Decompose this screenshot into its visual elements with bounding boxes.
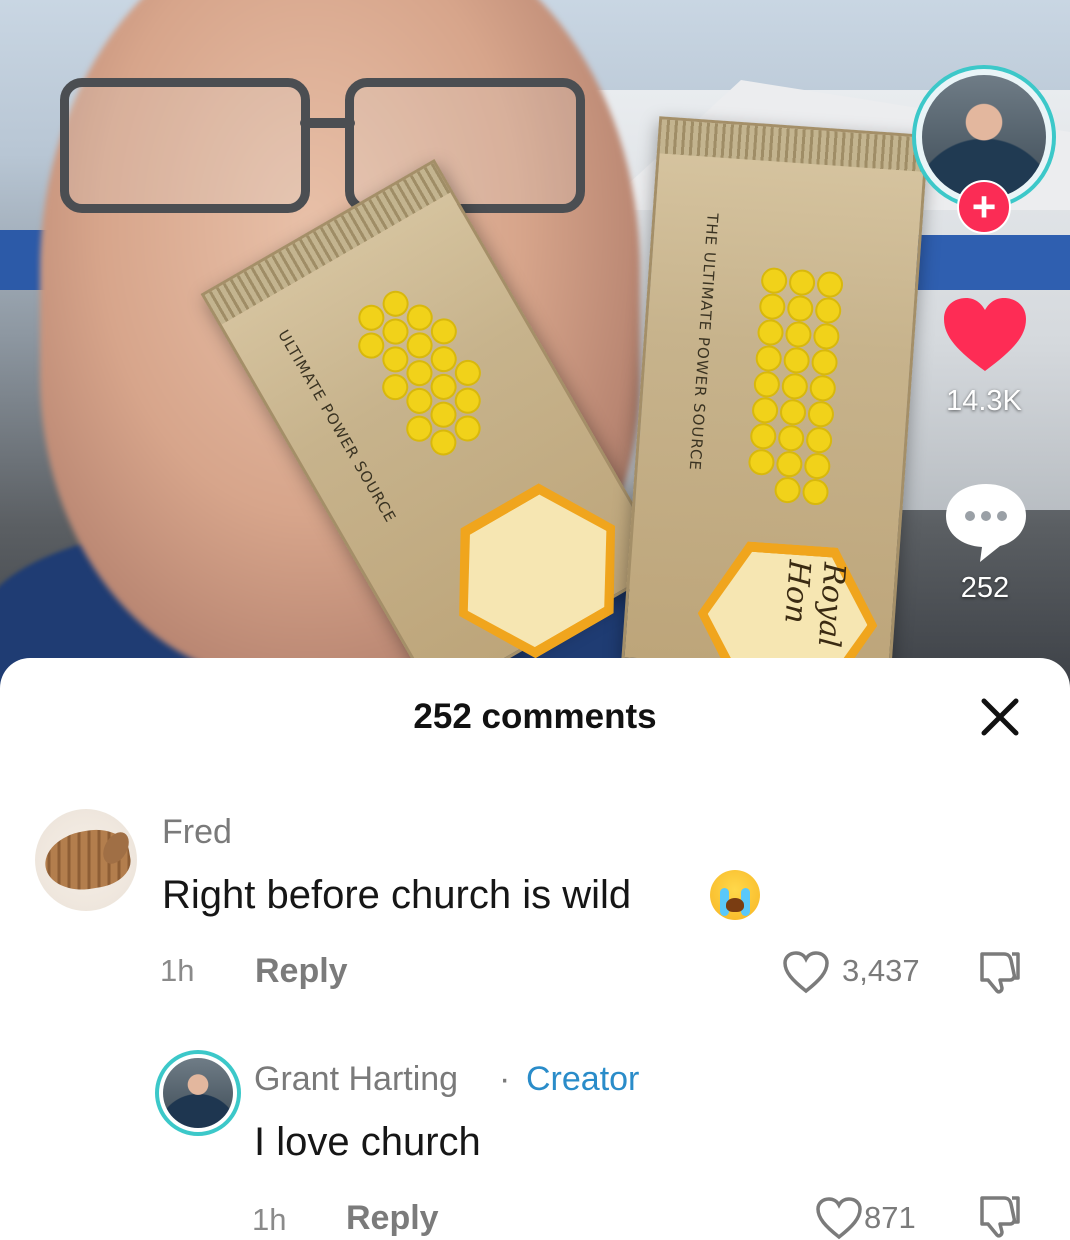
creator-badge: Creator <box>526 1060 640 1098</box>
glasses-bridge <box>300 118 355 128</box>
comment-like-count: 3,437 <box>842 953 920 988</box>
reply-button[interactable]: Reply <box>255 952 348 991</box>
reply-button[interactable]: Reply <box>346 1199 439 1238</box>
packet-brand-text: Royal Hon <box>777 558 852 649</box>
packet-right-text: THE ULTIMATE POWER SOURCE <box>685 212 722 472</box>
follow-button[interactable]: + <box>957 180 1011 234</box>
video-player[interactable]: ULTIMATE POWER SOURCE Royal Hon THE ULTI… <box>0 0 1070 700</box>
comment-count: 252 <box>960 572 1010 604</box>
avatar[interactable] <box>35 809 137 911</box>
heart-outline-icon[interactable] <box>782 950 830 994</box>
comments-title: 252 comments <box>413 697 657 736</box>
like-count: 14.3K <box>946 385 1022 417</box>
comment-text: Right before church is wild <box>162 873 632 917</box>
name-separator: · <box>499 1060 511 1098</box>
comment-username[interactable]: Grant Harting <box>254 1060 458 1099</box>
crying-face-emoji <box>710 870 760 920</box>
dislike-icon[interactable] <box>976 1192 1022 1238</box>
creator-avatar-image <box>163 1058 233 1128</box>
glasses-left-lens <box>60 78 310 213</box>
comment-time: 1h <box>160 953 195 988</box>
avatar[interactable] <box>155 1050 241 1136</box>
comment-bubble-icon[interactable] <box>942 480 1030 564</box>
comment-time: 1h <box>252 1202 287 1237</box>
heart-outline-icon[interactable] <box>815 1196 863 1240</box>
heart-icon[interactable] <box>940 295 1030 375</box>
comment-like-count: 871 <box>864 1200 916 1235</box>
comment-text: I love church <box>254 1120 481 1164</box>
comments-sheet <box>0 658 1070 1240</box>
comment-username[interactable]: Fred <box>162 813 232 852</box>
close-icon[interactable] <box>976 693 1024 741</box>
dislike-icon[interactable] <box>976 948 1022 994</box>
honey-packet-right: Royal Hon THE ULTIMATE POWER SOURCE <box>621 116 929 679</box>
